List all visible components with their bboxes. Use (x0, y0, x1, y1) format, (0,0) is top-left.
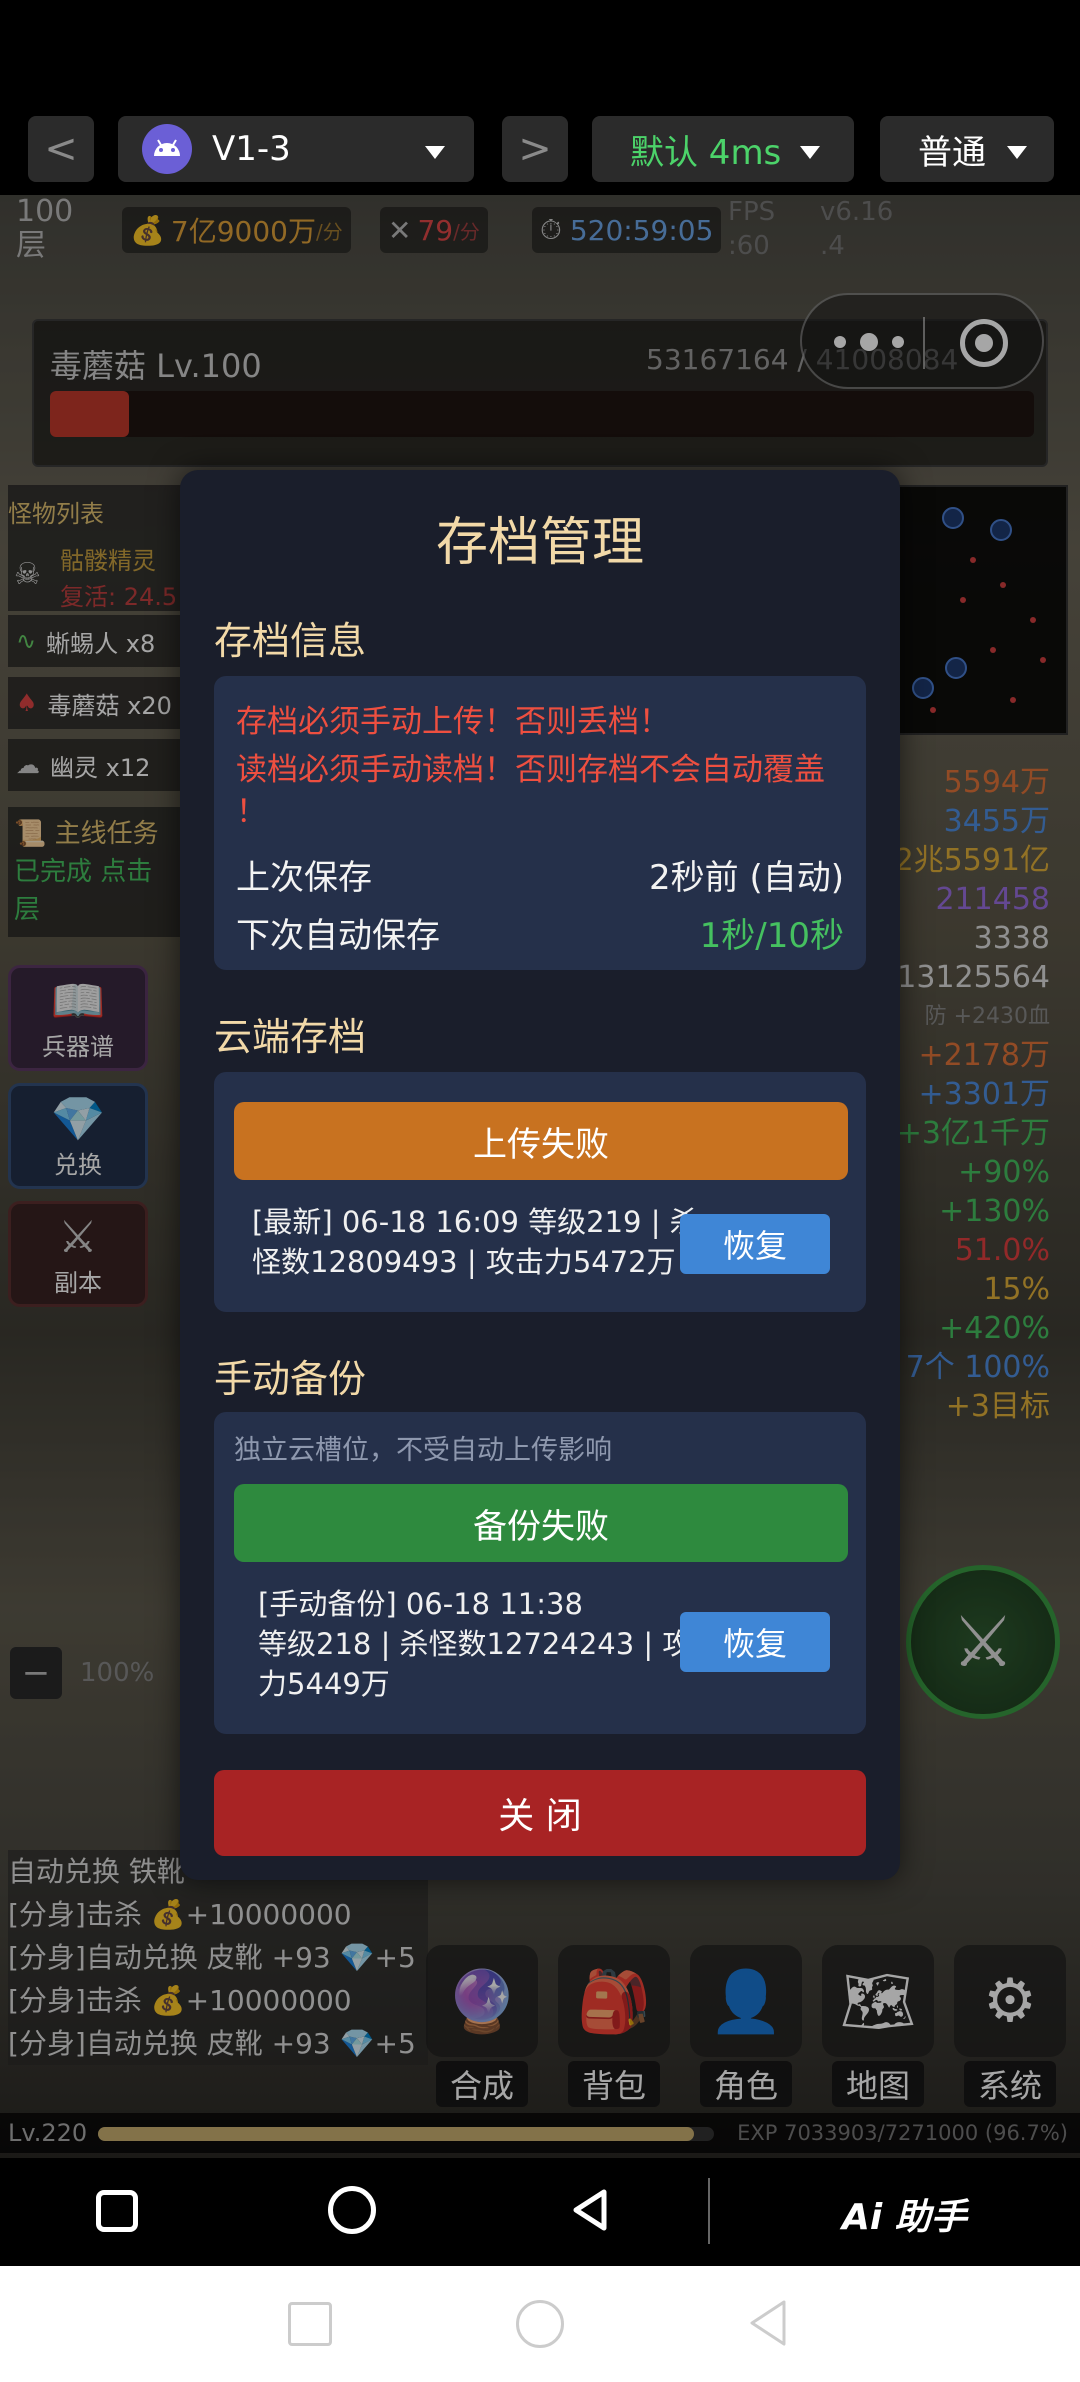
cloud-save-card: 上传失败 [最新] 06-18 16:09 等级219 | 杀 怪数128094… (214, 1072, 866, 1312)
restore-manual-button[interactable]: 恢复 (680, 1612, 830, 1672)
chevron-down-icon (425, 146, 445, 159)
recent-apps-button[interactable] (288, 2302, 332, 2346)
back-nav-button[interactable] (744, 2298, 794, 2352)
forward-button[interactable]: > (502, 116, 568, 182)
android-icon (142, 124, 192, 174)
nav-divider (708, 2178, 710, 2244)
manual-record: [手动备份] 06-18 11:38 等级218 | 杀怪数12724243 |… (258, 1584, 720, 1704)
manual-record-line: 等级218 | 杀怪数12724243 | 攻击 (258, 1627, 721, 1661)
top-toolbar: < V1-3 > 默认 4ms 普通 (0, 0, 1080, 195)
quality-selector[interactable]: 普通 (880, 116, 1054, 182)
manual-record-line: [手动备份] 06-18 11:38 (258, 1587, 583, 1621)
home-button[interactable] (516, 2300, 564, 2348)
cloud-record-line: 怪数12809493 | 攻击力5472万 (252, 1245, 676, 1279)
manual-backup-hint: 独立云槽位，不受自动上传影响 (234, 1435, 612, 1466)
chevron-down-icon (1007, 146, 1027, 159)
back-button[interactable]: < (28, 116, 94, 182)
quality-label: 普通 (918, 132, 986, 173)
next-save-label: 下次自动保存 (236, 916, 440, 956)
cloud-record-line: [最新] 06-18 16:09 等级219 | 杀 (252, 1205, 699, 1239)
warning-upload: 存档必须手动上传！否则丢档！ (236, 704, 670, 740)
manual-backup-card: 独立云槽位，不受自动上传影响 备份失败 [手动备份] 06-18 11:38 等… (214, 1412, 866, 1734)
save-info-card: 存档必须手动上传！否则丢档！ 读档必须手动读档！否则存档不会自动覆盖 ！ 上次保… (214, 676, 866, 970)
mode-selector[interactable]: 默认 4ms (592, 116, 854, 182)
warning-load-end: ！ (236, 794, 267, 830)
backup-button[interactable]: 备份失败 (234, 1484, 848, 1562)
chevron-down-icon (800, 146, 820, 159)
mode-label: 默认 4ms (630, 132, 782, 173)
restore-cloud-button[interactable]: 恢复 (680, 1214, 830, 1274)
cloud-record: [最新] 06-18 16:09 等级219 | 杀 怪数12809493 | … (252, 1202, 699, 1282)
back-nav-button[interactable] (566, 2186, 614, 2238)
last-save-label: 上次保存 (236, 858, 372, 898)
next-save-value: 1秒/10秒 (699, 916, 844, 956)
chevron-right-icon: > (518, 126, 552, 172)
chevron-left-icon: < (44, 126, 78, 172)
save-info-heading: 存档信息 (214, 619, 367, 663)
app-selector[interactable]: V1-3 (118, 116, 474, 182)
last-save-value: 2秒前 (自动) (649, 858, 844, 898)
secondary-nav-bar (0, 2266, 1080, 2382)
warning-load: 读档必须手动读档！否则存档不会自动覆盖 (236, 752, 825, 788)
manual-record-line: 力5449万 (258, 1667, 390, 1701)
upload-button[interactable]: 上传失败 (234, 1102, 848, 1180)
home-button[interactable] (328, 2186, 376, 2234)
recent-apps-button[interactable] (96, 2190, 138, 2232)
cloud-save-heading: 云端存档 (214, 1015, 367, 1059)
system-nav-bar: Ai 助手 (0, 2158, 1080, 2266)
dialog-title: 存档管理 (435, 513, 644, 573)
ai-assistant-button[interactable]: Ai 助手 (842, 2188, 967, 2240)
manual-backup-heading: 手动备份 (214, 1357, 367, 1401)
save-management-dialog: 存档管理 存档信息 存档必须手动上传！否则丢档！ 读档必须手动读档！否则存档不会… (180, 470, 900, 1880)
close-button[interactable]: 关 闭 (214, 1770, 866, 1856)
app-name: V1-3 (212, 129, 291, 169)
